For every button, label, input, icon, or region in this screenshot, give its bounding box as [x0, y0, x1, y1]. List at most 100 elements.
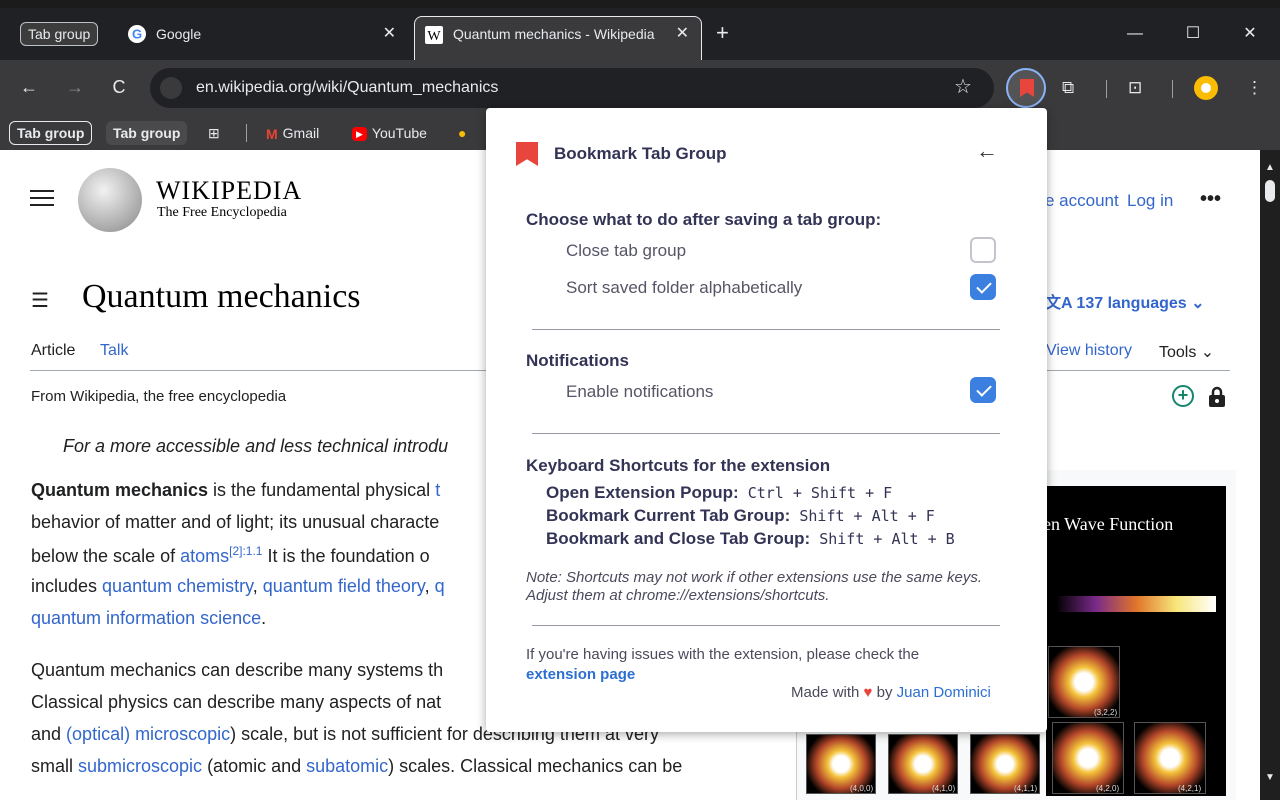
section-shortcuts: Keyboard Shortcuts for the extension	[526, 456, 831, 475]
bookmark-gmail[interactable]: M Gmail	[266, 121, 319, 145]
author-link[interactable]: Juan Dominici	[897, 684, 991, 701]
back-button[interactable]: ←	[16, 74, 42, 100]
article-link[interactable]: t	[435, 480, 440, 500]
address-bar[interactable]: en.wikipedia.org/wiki/Quantum_mechanics …	[150, 68, 994, 108]
submicroscopic-link[interactable]: submicroscopic	[78, 756, 202, 776]
tab-article[interactable]: Article	[31, 342, 75, 360]
scrollbar-thumb[interactable]	[1265, 180, 1275, 202]
citation-link[interactable]: [2]:1.1	[229, 544, 262, 558]
page-scrollbar[interactable]: ▲ ▼	[1260, 150, 1280, 800]
scroll-up-icon[interactable]: ▲	[1265, 162, 1275, 173]
minimize-button[interactable]: —	[1120, 16, 1150, 52]
article-link[interactable]: q	[435, 576, 445, 596]
youtube-icon: ▶	[352, 127, 367, 142]
lock-icon[interactable]	[1208, 386, 1226, 408]
paragraph-line: Classical physics can describe many aspe…	[31, 692, 442, 712]
tab-talk[interactable]: Talk	[100, 342, 128, 360]
enable-notifications-checkbox[interactable]	[970, 377, 996, 403]
option-close-tab-group-label: Close tab group	[566, 241, 687, 260]
wikipedia-tagline: The Free Encyclopedia	[157, 205, 287, 220]
tab-strip: Tab group G Google ✕ W Quantum mechanics…	[0, 0, 1280, 60]
menu-kebab-icon[interactable]: ⋮	[1246, 78, 1263, 98]
tab-group-chip[interactable]: Tab group	[20, 22, 99, 46]
star-icon[interactable]: ☆	[954, 76, 972, 98]
microscopic-link[interactable]: (optical) microscopic	[66, 724, 230, 744]
reload-button[interactable]: C	[106, 74, 132, 100]
option-notifications-label: Enable notifications	[566, 382, 714, 401]
shortcut-bookmark-current: Bookmark Current Tab Group: Shift + Alt …	[546, 506, 935, 525]
bookmark-youtube[interactable]: ▶ YouTube	[352, 121, 427, 145]
paragraph-line: small submicroscopic (atomic and subatom…	[31, 756, 683, 776]
close-tab-icon[interactable]: ✕	[676, 16, 689, 52]
scroll-down-icon[interactable]: ▼	[1265, 772, 1275, 783]
by-text: by	[876, 684, 893, 701]
main-menu-icon[interactable]	[30, 190, 54, 208]
languages-label: 137 languages ⌄	[1076, 295, 1205, 312]
paragraph-line: Quantum mechanics can describe many syst…	[31, 660, 444, 680]
quantum-information-science-link[interactable]: quantum information science	[31, 608, 261, 628]
made-with-credit: Made with ♥ by Juan Dominici	[791, 684, 991, 701]
maps-pin-icon[interactable]: ●	[458, 121, 466, 145]
from-wikipedia-text: From Wikipedia, the free encyclopedia	[31, 388, 287, 405]
back-arrow-icon[interactable]: ←	[976, 138, 998, 164]
bookmark-tab-group-2[interactable]: Tab group	[106, 121, 188, 145]
close-tab-icon[interactable]: ✕	[383, 16, 396, 52]
popup-header: Bookmark Tab Group ←	[486, 108, 1047, 198]
orbital-label: (3,2,2)	[1094, 708, 1118, 717]
reading-mode-icon[interactable]: ⊡	[1128, 78, 1142, 98]
languages-button[interactable]: 文A 137 languages ⌄	[1045, 289, 1205, 313]
toolbar-divider	[1172, 80, 1173, 98]
maximize-button[interactable]: ☐	[1178, 16, 1208, 52]
atoms-link[interactable]: atoms	[180, 546, 229, 566]
image-title: gen Wave Function	[1034, 514, 1174, 534]
google-icon: G	[128, 25, 146, 43]
wikipedia-wordmark[interactable]: WIKIPEDIA	[156, 176, 302, 206]
add-icon[interactable]: +	[1172, 385, 1194, 407]
shortcut-open-popup: Open Extension Popup: Ctrl + Shift + F	[546, 483, 893, 502]
sort-alphabetically-checkbox[interactable]	[970, 274, 996, 300]
section-divider	[532, 433, 1000, 434]
site-info-icon[interactable]	[160, 77, 182, 99]
paragraph-line: below the scale of atoms[2]:1.1 It is th…	[31, 544, 430, 566]
translate-icon: 文A	[1045, 295, 1077, 312]
made-with-text: Made with	[791, 684, 860, 701]
shortcut-bookmark-close: Bookmark and Close Tab Group: Shift + Al…	[546, 529, 955, 548]
gmail-icon: M	[266, 126, 278, 143]
heart-icon: ♥	[863, 684, 873, 701]
orbital-label: (4,2,1)	[1178, 784, 1202, 793]
bookmark-label: Gmail	[282, 125, 320, 141]
new-tab-button[interactable]: +	[716, 16, 738, 52]
wikipedia-globe-logo[interactable]	[78, 168, 142, 232]
forward-button[interactable]: →	[62, 74, 88, 100]
section-divider	[532, 329, 1000, 330]
close-tab-group-checkbox[interactable]	[970, 237, 996, 263]
apps-grid-icon[interactable]: ⊞	[208, 121, 220, 145]
close-window-button[interactable]: ✕	[1235, 16, 1265, 52]
quantum-field-theory-link[interactable]: quantum field theory	[263, 576, 425, 596]
tab-wikipedia[interactable]: W Quantum mechanics - Wikipedia ✕	[414, 16, 702, 60]
profile-avatar[interactable]	[1194, 76, 1218, 100]
title-bar-edge	[0, 0, 1280, 8]
svg-text:G: G	[132, 27, 142, 42]
tab-google[interactable]: G Google ✕	[118, 16, 408, 52]
extensions-puzzle-icon[interactable]: ⧉	[1062, 78, 1074, 98]
table-of-contents-icon[interactable]: ☰	[31, 288, 49, 313]
login-link[interactable]: Log in	[1127, 191, 1173, 211]
toolbar-divider	[1106, 80, 1107, 98]
create-account-link[interactable]: e account	[1045, 191, 1119, 211]
tab-title: Quantum mechanics - Wikipedia	[453, 26, 655, 42]
more-options-icon[interactable]: •••	[1200, 188, 1221, 211]
extension-page-link[interactable]: extension page	[526, 666, 635, 683]
section-divider	[532, 625, 1000, 626]
page-title: Quantum mechanics	[82, 278, 361, 315]
view-history-link[interactable]: View history	[1046, 342, 1132, 360]
quantum-chemistry-link[interactable]: quantum chemistry	[102, 576, 253, 596]
tools-dropdown[interactable]: Tools ⌄	[1159, 342, 1214, 362]
bookmark-tab-group-extension-button[interactable]	[1006, 68, 1046, 108]
orbital-label: (4,1,0)	[932, 784, 956, 793]
bookmark-tab-group-1[interactable]: Tab group	[9, 121, 93, 145]
bookmark-label: YouTube	[371, 125, 427, 141]
orbital-label: (4,2,0)	[1096, 784, 1120, 793]
url-text[interactable]: en.wikipedia.org/wiki/Quantum_mechanics	[196, 68, 498, 108]
subatomic-link[interactable]: subatomic	[306, 756, 388, 776]
